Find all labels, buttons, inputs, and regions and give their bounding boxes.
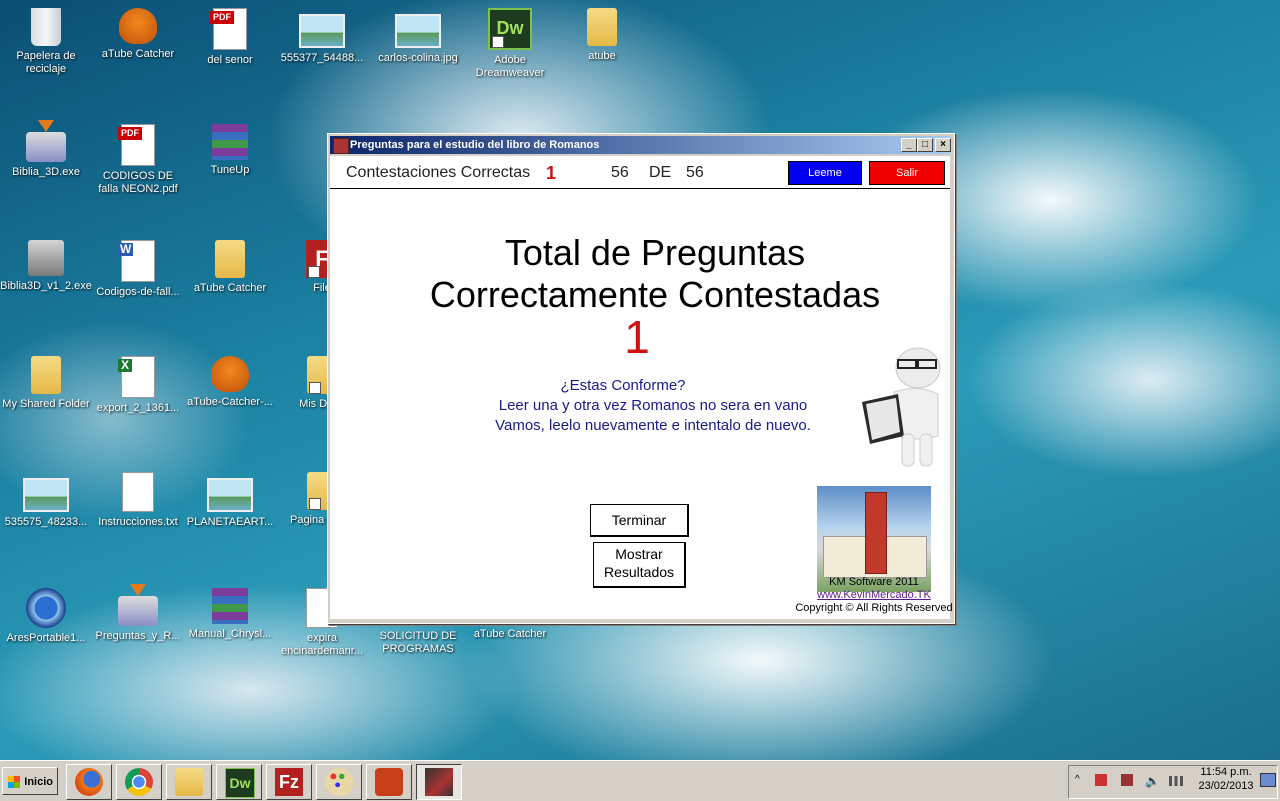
close-button[interactable]: × xyxy=(935,138,951,152)
taskbar-paint[interactable] xyxy=(316,764,362,800)
winrar-icon xyxy=(212,124,248,160)
volume-icon[interactable]: 🔈 xyxy=(1145,774,1160,788)
current-question: 56 xyxy=(611,164,629,181)
taskbar-firefox[interactable] xyxy=(66,764,112,800)
word-document-icon xyxy=(118,240,155,282)
clock-time: 11:54 p.m. xyxy=(1200,766,1252,778)
desktop-icon-planetaearth[interactable]: PLANETAEART... xyxy=(184,472,276,529)
image-file-icon xyxy=(395,14,441,48)
desktop-icon-codigos-doc[interactable]: Codigos-de-fall... xyxy=(92,240,184,299)
score-bar: Contestaciones Correctas 1 56 DE 56 Leem… xyxy=(330,156,950,189)
church-tower xyxy=(865,492,887,574)
chrome-icon xyxy=(125,768,153,796)
mostrar-label-line-1: Mostrar xyxy=(615,546,663,562)
desktop-icon-atube[interactable]: aTube Catcher xyxy=(92,8,184,61)
setup-computer-icon xyxy=(28,240,64,276)
desktop-icon-codigos-pdf[interactable]: CODIGOS DE falla NEON2.pdf xyxy=(92,124,184,196)
desktop-icon-dreamweaver[interactable]: Dw Adobe Dreamweaver xyxy=(464,8,556,80)
terminar-button[interactable]: Terminar xyxy=(590,504,689,537)
dreamweaver-icon: Dw xyxy=(488,8,532,50)
excel-file-icon xyxy=(118,356,155,398)
desktop-icon-biblia3d-v1[interactable]: Biblia3D_v1_2.exe xyxy=(0,240,92,293)
mostrar-label-line-2: Resultados xyxy=(603,564,675,580)
taskbar-presentation[interactable] xyxy=(366,764,412,800)
window-title: Preguntas para el estudio del libro de R… xyxy=(350,139,600,151)
desktop-icon-ares[interactable]: AresPortable1... xyxy=(0,588,92,645)
salir-button[interactable]: Salir xyxy=(869,161,945,185)
file-explorer-icon xyxy=(175,768,203,796)
heading-line-1: Total de Preguntas xyxy=(504,232,806,273)
recycle-bin-icon xyxy=(31,8,61,46)
presentation-icon xyxy=(375,768,403,796)
romanos-app-icon xyxy=(425,768,453,796)
mostrar-resultados-button[interactable]: Mostrar Resultados xyxy=(593,542,686,588)
desktop-icon-export[interactable]: export_2_1361... xyxy=(92,356,184,415)
minimize-button[interactable]: _ xyxy=(901,138,917,152)
de-label: DE xyxy=(649,164,672,181)
installer-icon xyxy=(26,120,66,162)
taskbar-filezilla[interactable]: Fz xyxy=(266,764,312,800)
desktop-icon-carlos-colina[interactable]: carlos-colina.jpg xyxy=(372,8,464,65)
taskbar: Inicio Dw Fz ^ 🔈 xyxy=(0,760,1280,801)
reading-figure-image xyxy=(862,347,941,467)
maximize-button[interactable]: □ xyxy=(917,138,933,152)
app-icon xyxy=(333,138,349,154)
quiz-window: Preguntas para el estudio del libro de R… xyxy=(327,133,955,624)
paint-icon xyxy=(325,768,353,796)
filezilla-icon: Fz xyxy=(275,768,303,796)
desktop-icon-biblia3d[interactable]: Biblia_3D.exe xyxy=(0,120,92,179)
desktop-icon-instrucciones[interactable]: Instrucciones.txt xyxy=(92,472,184,529)
pdf-icon xyxy=(210,8,247,50)
image-file-icon xyxy=(299,14,345,48)
credits-link[interactable]: www.KevinMercado.TK xyxy=(794,589,954,601)
clock-date: 23/02/2013 xyxy=(1198,780,1254,792)
desktop-icon-shared-folder[interactable]: My Shared Folder xyxy=(0,356,92,411)
image-file-icon xyxy=(207,478,253,512)
folder-icon xyxy=(215,240,245,278)
installer-icon xyxy=(118,584,158,626)
desktop-icon-atube-folder[interactable]: aTube Catcher xyxy=(184,240,276,295)
correct-count: 1 xyxy=(546,163,557,183)
clock[interactable]: 11:54 p.m. 23/02/2013 xyxy=(1196,765,1256,793)
folder-icon xyxy=(587,8,617,46)
winrar-icon xyxy=(212,588,248,624)
security-flag-icon[interactable] xyxy=(1095,774,1107,786)
window-titlebar[interactable]: Preguntas para el estudio del libro de R… xyxy=(330,136,951,154)
desktop-icon-tuneup[interactable]: TuneUp xyxy=(184,124,276,177)
desktop-icon-atube-folder-2[interactable]: atube xyxy=(556,8,648,63)
text-file-icon xyxy=(122,472,154,512)
atube-catcher-icon xyxy=(211,356,249,392)
taskbar-dreamweaver[interactable]: Dw xyxy=(216,764,262,800)
desktop-icon-image-555377[interactable]: 555377_54488... xyxy=(276,8,368,65)
show-desktop-icon[interactable] xyxy=(1260,773,1276,787)
window-client: Contestaciones Correctas 1 56 DE 56 Leem… xyxy=(330,156,953,619)
taskbar-explorer[interactable] xyxy=(166,764,212,800)
credits-line-1: KM Software 2011 xyxy=(829,576,919,588)
desktop-icon-preguntas[interactable]: Preguntas_y_R... xyxy=(92,584,184,643)
taskbar-romanos-app[interactable] xyxy=(416,764,462,800)
chevron-up-icon[interactable]: ^ xyxy=(1075,774,1080,785)
start-button[interactable]: Inicio xyxy=(2,767,58,795)
desktop-icon-del-senor[interactable]: del senor xyxy=(184,8,276,67)
ares-icon xyxy=(26,588,66,628)
atube-catcher-icon xyxy=(119,8,157,44)
desktop-icon-atube-catcher-2[interactable]: aTube-Catcher-... xyxy=(184,356,276,409)
message-line-1: ¿Estas Conforme? xyxy=(560,377,686,394)
taskbar-chrome[interactable] xyxy=(116,764,162,800)
image-file-icon xyxy=(23,478,69,512)
antivirus-icon[interactable] xyxy=(1121,774,1133,786)
correct-answers-label: Contestaciones Correctas xyxy=(346,164,531,181)
firefox-icon xyxy=(75,768,103,796)
network-signal-icon[interactable] xyxy=(1169,776,1183,786)
credits-copyright: Copyright © All Rights Reserved xyxy=(795,602,953,614)
folder-icon xyxy=(31,356,61,394)
desktop-icon-image-535575[interactable]: 535575_48233... xyxy=(0,472,92,529)
leeme-button[interactable]: Leeme xyxy=(788,161,862,185)
desktop-icon-manual[interactable]: Manual_Chrysl... xyxy=(184,588,276,641)
desktop-icon-recycle-bin[interactable]: Papelera de reciclaje xyxy=(0,8,92,76)
total-questions: 56 xyxy=(686,164,704,181)
pdf-icon xyxy=(118,124,155,166)
score-value: 1 xyxy=(624,311,650,363)
dreamweaver-icon: Dw xyxy=(225,768,255,798)
